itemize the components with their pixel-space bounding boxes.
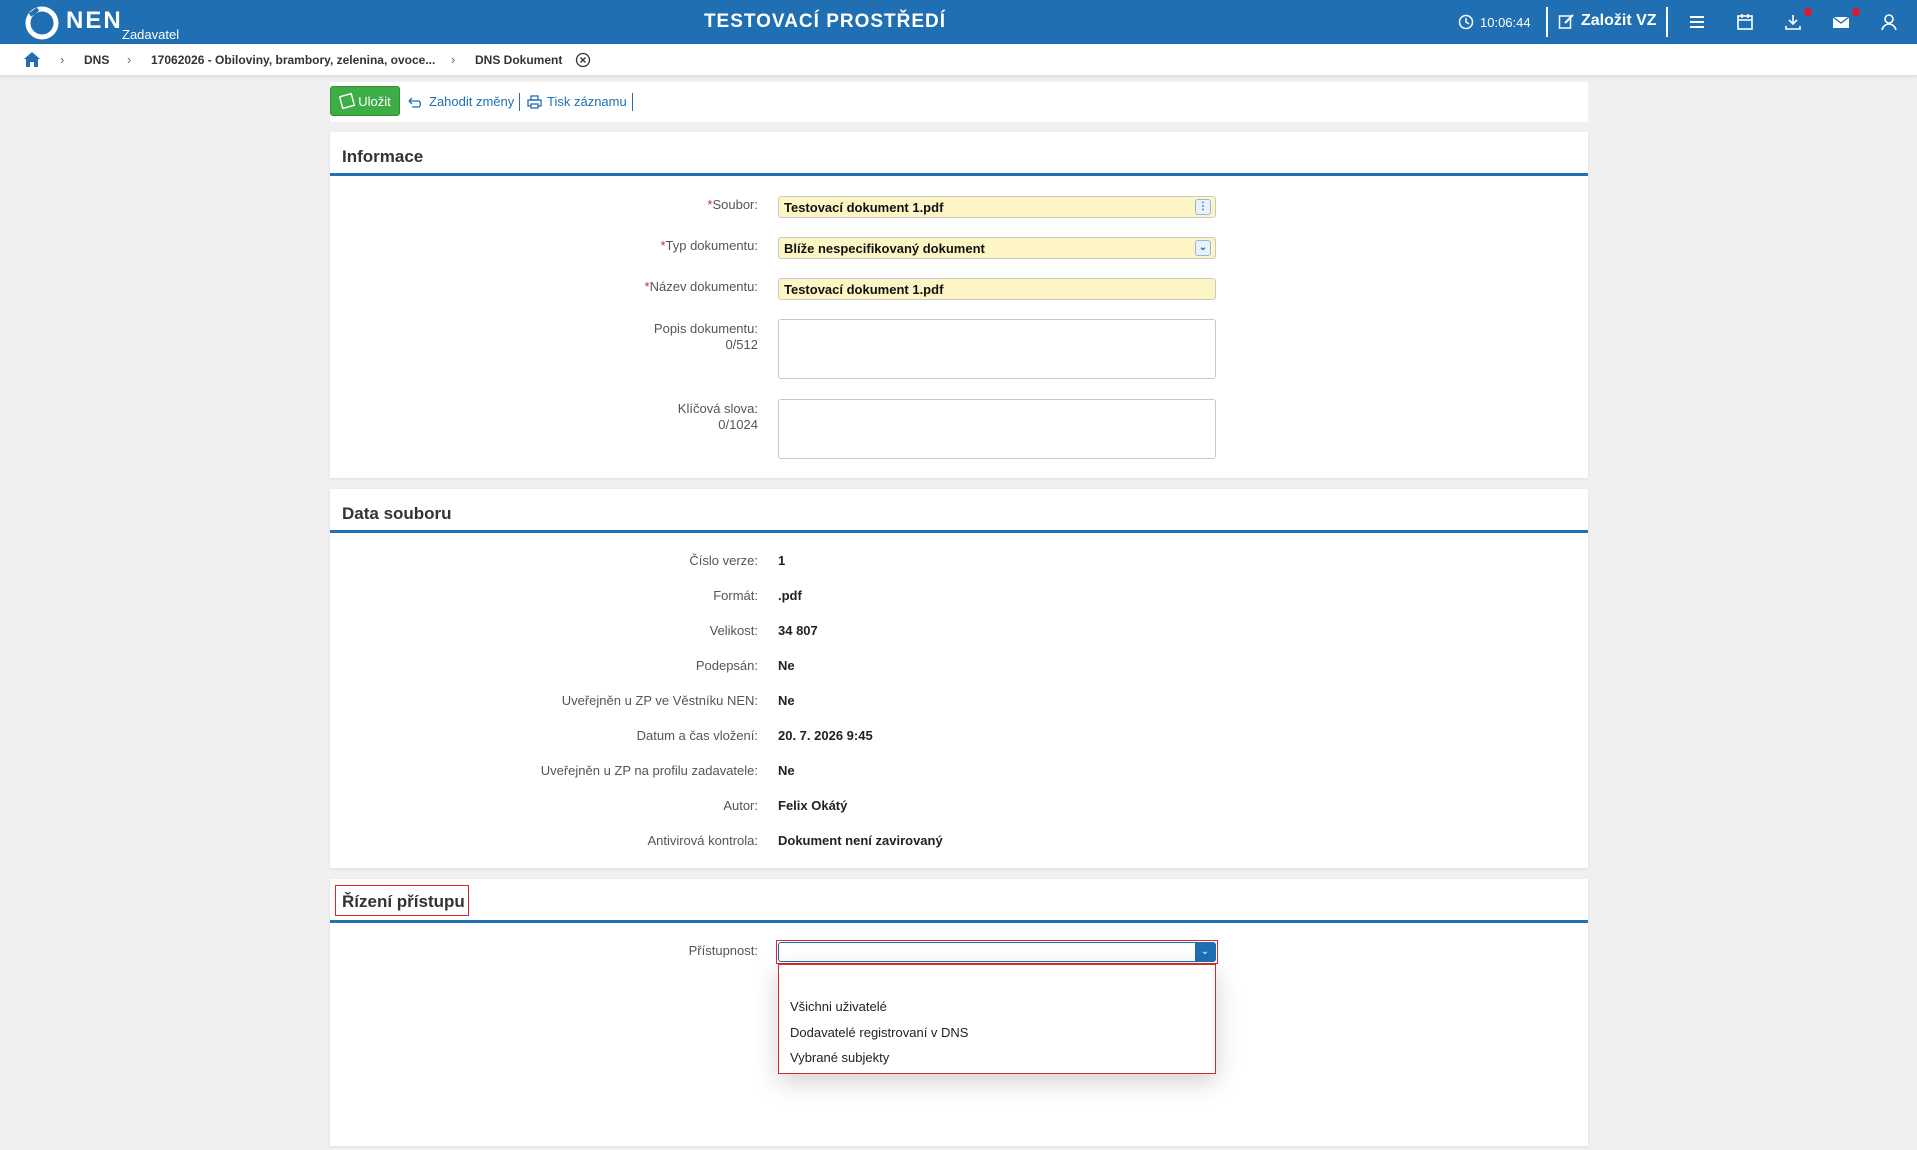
calendar-icon[interactable] [1735, 12, 1755, 32]
clock-time: 10:06:44 [1480, 14, 1531, 30]
highlight-box [776, 940, 1218, 964]
panel-title-informace: Informace [342, 147, 424, 166]
mail-notification-dot [1852, 8, 1860, 16]
autor-value: Felix Okátý [778, 798, 848, 813]
create-vz-button[interactable]: Založit VZ [1558, 12, 1657, 30]
rizeni-pristupu-panel: Řízení přístupu Přístupnost: ⌄ Všichni u… [330, 879, 1588, 1146]
discard-label: Zahodit změny [429, 94, 515, 109]
popis-dokumentu-textarea[interactable] [778, 319, 1216, 379]
chevron-right-icon: › [451, 52, 456, 67]
user-icon[interactable] [1879, 12, 1899, 32]
menu-icon[interactable] [1687, 12, 1707, 32]
typ-dokumentu-select[interactable]: Blíže nespecifikovaný dokument ⌄ [778, 237, 1216, 259]
popis-counter: 0/512 [725, 337, 758, 352]
print-icon [527, 94, 542, 109]
antivirova-kontrola-label: Antivirová kontrola: [647, 833, 758, 848]
panel-title-rizeni-pristupu: Řízení přístupu [342, 892, 465, 911]
download-icon[interactable] [1783, 12, 1803, 32]
uverejnen-vestnik-value: Ne [778, 693, 795, 708]
datum-vlozeni-label: Datum a čas vložení: [636, 728, 758, 743]
soubor-field[interactable]: Testovací dokument 1.pdf ⋮ [778, 196, 1216, 218]
save-label: Uložit [358, 93, 391, 109]
discard-icon [408, 97, 421, 108]
download-notification-dot [1804, 8, 1812, 16]
panel-divider [330, 920, 1588, 923]
edit-icon [1558, 13, 1574, 29]
autor-label: Autor: [723, 798, 758, 813]
more-options-icon[interactable]: ⋮ [1195, 199, 1211, 215]
nazev-dokumentu-value: Testovací dokument 1.pdf [784, 282, 944, 297]
uverejnen-vestnik-label: Uveřejněn u ZP ve Věstníku NEN: [561, 693, 758, 708]
home-icon[interactable] [23, 51, 41, 68]
uverejnen-profil-value: Ne [778, 763, 795, 778]
top-bar: NEN Zadavatel TESTOVACÍ PROSTŘEDÍ 10:06:… [0, 0, 1917, 44]
breadcrumb-item-current: DNS Dokument [475, 53, 563, 67]
antivirova-kontrola-value: Dokument není zavirovaný [778, 833, 943, 848]
breadcrumb-item-dns-record[interactable]: 17062026 - Obiloviny, brambory, zelenina… [151, 53, 435, 67]
velikost-label: Velikost: [709, 623, 758, 638]
print-record-link[interactable]: Tisk záznamu [527, 94, 627, 109]
pristupnost-dropdown: Všichni uživatelé Dodavatelé registrovan… [778, 964, 1216, 1074]
print-label: Tisk záznamu [547, 94, 627, 109]
discard-changes-link[interactable]: Zahodit změny [408, 94, 514, 109]
dropdown-option-dodavatele-dns[interactable]: Dodavatelé registrovaní v DNS [790, 1025, 968, 1040]
nazev-dokumentu-input[interactable]: Testovací dokument 1.pdf [778, 278, 1216, 300]
breadcrumb: › DNS › 17062026 - Obiloviny, brambory, … [0, 44, 1917, 76]
close-tab-icon[interactable] [575, 52, 591, 68]
chevron-down-icon[interactable]: ⌄ [1195, 240, 1211, 256]
environment-title: TESTOVACÍ PROSTŘEDÍ [703, 11, 947, 32]
format-label: Formát: [713, 588, 758, 603]
uverejnen-profil-label: Uveřejněn u ZP na profilu zadavatele: [540, 763, 758, 778]
klicova-counter: 0/1024 [718, 417, 758, 432]
save-button[interactable]: Uložit [330, 86, 400, 116]
data-souboru-panel: Data souboru Číslo verze: 1 Formát: .pdf… [330, 489, 1588, 868]
toolbar-divider [519, 93, 520, 111]
breadcrumb-item-dns[interactable]: DNS [84, 53, 109, 67]
dropdown-option-vsichni-uzivatele[interactable]: Všichni uživatelé [790, 999, 887, 1014]
toolbar-divider [632, 93, 633, 111]
chevron-right-icon: › [60, 52, 65, 67]
dropdown-option-vybrane-subjekty[interactable]: Vybrané subjekty [790, 1050, 889, 1065]
typ-dokumentu-value: Blíže nespecifikovaný dokument [784, 241, 985, 256]
cislo-verze-value: 1 [778, 553, 786, 568]
podepsan-value: Ne [778, 658, 795, 673]
nazev-dokumentu-label: *Název dokumentu: [644, 279, 758, 294]
format-value: .pdf [778, 588, 802, 603]
mail-icon[interactable] [1831, 12, 1851, 32]
velikost-value: 34 807 [778, 623, 818, 638]
podepsan-label: Podepsán: [695, 658, 758, 673]
typ-dokumentu-label: *Typ dokumentu: [660, 238, 758, 253]
klicova-slova-label: Klíčová slova: [677, 401, 758, 416]
popis-dokumentu-label: Popis dokumentu: [653, 321, 758, 336]
toolbar: Uložit Zahodit změny Tisk záznamu [330, 82, 1588, 122]
informace-panel: Informace *Soubor: Testovací dokument 1.… [330, 132, 1588, 478]
chevron-right-icon: › [127, 52, 132, 67]
session-clock: 10:06:44 [1458, 14, 1531, 30]
pristupnost-label: Přístupnost: [688, 943, 758, 958]
soubor-label: *Soubor: [707, 197, 758, 212]
cislo-verze-label: Číslo verze: [689, 553, 758, 568]
panel-divider [330, 530, 1588, 533]
panel-divider [330, 173, 1588, 176]
create-vz-label: Založit VZ [1581, 12, 1657, 29]
soubor-value: Testovací dokument 1.pdf [784, 200, 944, 215]
panel-title-data-souboru: Data souboru [342, 504, 452, 523]
clock-icon [1458, 14, 1474, 30]
header-divider [1666, 7, 1668, 37]
klicova-slova-textarea[interactable] [778, 399, 1216, 459]
header-divider [1546, 7, 1548, 37]
save-icon [339, 92, 356, 109]
datum-vlozeni-value: 20. 7. 2026 9:45 [778, 728, 873, 743]
